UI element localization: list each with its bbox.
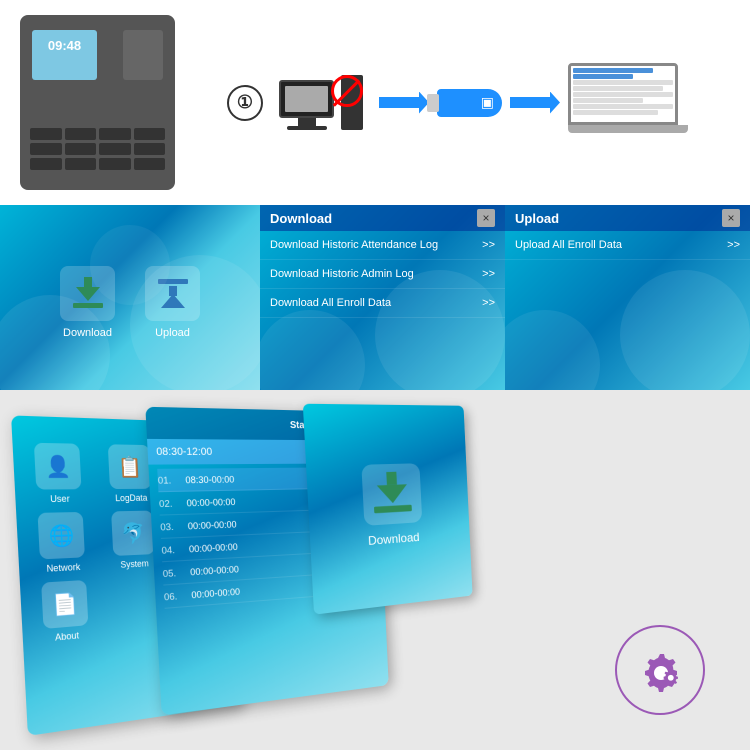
device-key	[65, 143, 97, 155]
user-icon: 👤	[34, 443, 82, 490]
laptop-row	[573, 68, 653, 73]
device-time: 09:48	[32, 30, 97, 53]
computer-monitor	[279, 80, 334, 118]
device-key	[99, 143, 131, 155]
device-screen: 09:48	[32, 30, 97, 80]
panel-bubbles	[0, 205, 260, 390]
screen3-dl-stem	[386, 472, 397, 485]
gear-icon	[630, 640, 690, 700]
usb-connector	[427, 94, 439, 112]
monitor-screen	[285, 86, 328, 112]
upload-menu-panel: Upload × Upload All Enroll Data >>	[505, 205, 750, 390]
laptop-row	[573, 74, 633, 79]
device-key	[30, 158, 62, 170]
computer-row	[279, 75, 363, 130]
dl-arrow-head	[76, 287, 100, 301]
dl-tray	[73, 303, 103, 308]
laptop-row	[573, 110, 658, 115]
about-label: About	[55, 630, 79, 643]
dl-arrow	[73, 279, 103, 309]
row-num-3: 03.	[160, 521, 182, 532]
user-label: User	[50, 493, 70, 504]
download-menu-panel: Download × Download Historic Attendance …	[260, 205, 505, 390]
screen3-dl-tray	[373, 505, 411, 514]
screen3-download-icon	[377, 478, 407, 509]
device-key	[134, 143, 166, 155]
fingerprint-sensor	[123, 30, 163, 80]
menu-bubbles	[260, 205, 505, 390]
menu-item-about[interactable]: 📄 About	[31, 579, 100, 644]
laptop-image	[568, 63, 688, 143]
download-icon	[73, 279, 103, 309]
laptop-screen	[568, 63, 678, 125]
row-num-2: 02.	[159, 498, 181, 509]
top-section: 09:48 ①	[0, 0, 750, 205]
usb-icon: ▣	[481, 94, 494, 111]
system-icon: 🐬	[111, 511, 155, 556]
menu-item-user[interactable]: 👤 User	[23, 443, 93, 505]
row-num-1: 01.	[158, 474, 180, 485]
network-label: Network	[46, 562, 80, 574]
device-keypad	[30, 128, 165, 170]
device-key	[99, 128, 131, 140]
screen3-label: Download	[368, 530, 420, 548]
monitor-base	[287, 126, 327, 130]
step-number: ①	[227, 85, 263, 121]
device-key	[134, 158, 166, 170]
device-image: 09:48	[20, 15, 175, 190]
device-key	[134, 128, 166, 140]
device-key	[30, 143, 62, 155]
computer-monitor-container	[279, 80, 334, 130]
system-label: System	[120, 558, 149, 569]
laptop-row	[573, 104, 673, 109]
about-icon: 📄	[41, 580, 88, 629]
upload-bubbles	[505, 205, 750, 390]
flow-section: ① ▣	[185, 63, 730, 143]
laptop-base	[568, 125, 688, 133]
dl-arrow-stem	[84, 277, 92, 287]
menu-item-network[interactable]: 🌐 Network	[27, 512, 96, 575]
laptop-row	[573, 86, 663, 91]
no-entry-icon	[331, 75, 363, 107]
laptop-row	[573, 92, 673, 97]
middle-section: Download Upload	[0, 205, 750, 390]
blocked-computer	[271, 63, 371, 143]
arrow-right-2	[510, 92, 560, 114]
screen3-icon-box	[361, 463, 422, 526]
device-key	[65, 158, 97, 170]
network-icon: 🌐	[38, 512, 85, 559]
row-num-5: 05.	[162, 567, 184, 579]
logdata-icon: 📋	[108, 444, 152, 489]
device-key	[65, 128, 97, 140]
device-key	[30, 128, 62, 140]
gear-circle	[615, 625, 705, 715]
screen3-dl-arrow	[372, 474, 412, 515]
arrow-right-1	[379, 92, 429, 114]
row-num-4: 04.	[161, 544, 183, 556]
laptop-screen-content	[571, 66, 675, 122]
gear-container[interactable]	[610, 620, 710, 720]
logdata-label: LogData	[115, 493, 148, 503]
screen3-dl-head	[376, 484, 407, 504]
laptop-row	[573, 80, 673, 85]
usb-drive: ▣	[437, 89, 502, 117]
laptop-row	[573, 98, 643, 103]
row-num-6: 06.	[164, 590, 186, 602]
monitor-stand	[298, 118, 316, 126]
screen-download: Download	[303, 404, 473, 615]
computer-tower	[341, 75, 363, 130]
icons-panel: Download Upload	[0, 205, 260, 390]
bottom-section: 👤 User 📋 LogData 💾 U-Disk 🌐 Network 🐬 Sy…	[0, 390, 750, 750]
device-key	[99, 158, 131, 170]
time-range: 08:30-12:00	[156, 446, 212, 458]
